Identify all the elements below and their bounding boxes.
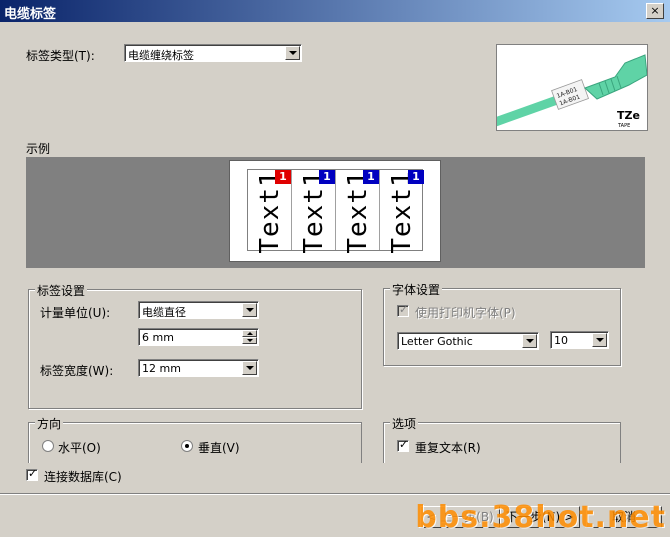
repeat-text-label: 重复文本(R)	[415, 441, 481, 455]
label-strip: Text1 1 Text1 1 Text1 1 Text1 1	[247, 169, 424, 254]
vertical-radio[interactable]	[181, 440, 193, 452]
label-settings-title: 标签设置	[35, 282, 88, 299]
font-value: Letter Gothic	[401, 335, 473, 348]
font-size-value: 10	[554, 334, 568, 347]
label-type-select[interactable]: 电缆缠绕标签	[124, 44, 302, 62]
label-type-label: 标签类型(T):	[26, 49, 95, 63]
repeat-text-checkbox[interactable]	[397, 438, 409, 452]
spin-up-icon[interactable]	[242, 330, 257, 337]
options-title: 选项	[390, 415, 419, 432]
separator	[0, 493, 670, 495]
tape-logo: TZe	[617, 109, 640, 122]
cell-badge: 1	[319, 170, 335, 184]
unit-label: 计量单位(U):	[40, 306, 111, 320]
tape-sub: TAPE	[617, 123, 630, 129]
connect-db-checkbox[interactable]	[26, 467, 38, 481]
unit-value: 电缆直径	[142, 306, 186, 319]
label-cell: Text1 1	[380, 170, 424, 254]
label-type-value: 电缆缠绕标签	[128, 49, 194, 62]
label-cell: Text1 1	[248, 170, 292, 254]
example-label: 示例	[26, 142, 51, 156]
width-select[interactable]: 12 mm	[138, 359, 259, 377]
spin-down-icon[interactable]	[242, 337, 257, 344]
label-card: Text1 1 Text1 1 Text1 1 Text1 1	[229, 160, 441, 262]
title-bar: 电缆标签 ×	[0, 0, 670, 22]
font-settings-title: 字体设置	[390, 281, 443, 298]
font-select[interactable]: Letter Gothic	[397, 332, 539, 350]
watermark: bbs.38hot.net	[415, 500, 666, 535]
chevron-down-icon[interactable]	[242, 361, 257, 375]
diameter-value: 6 mm	[142, 331, 174, 344]
chevron-down-icon[interactable]	[522, 334, 537, 348]
use-printer-font-label: 使用打印机字体(P)	[415, 306, 516, 320]
width-label: 标签宽度(W):	[40, 364, 114, 378]
cable-image: 1A-B01 1A-B01 TZe TAPE	[497, 45, 647, 130]
horizontal-label: 水平(O)	[58, 441, 101, 455]
cell-badge: 1	[275, 170, 291, 184]
vertical-label: 垂直(V)	[198, 441, 240, 455]
close-button[interactable]: ×	[646, 3, 664, 19]
cell-badge: 1	[363, 170, 379, 184]
chevron-down-icon[interactable]	[242, 303, 257, 317]
width-value: 12 mm	[142, 362, 181, 375]
example-preview: Text1 1 Text1 1 Text1 1 Text1 1	[26, 157, 645, 268]
direction-title: 方向	[35, 415, 64, 432]
chevron-down-icon[interactable]	[285, 46, 300, 60]
unit-select[interactable]: 电缆直径	[138, 301, 259, 319]
connect-db-label: 连接数据库(C)	[44, 470, 122, 484]
label-cell: Text1 1	[336, 170, 380, 254]
cable-label-thumbnail: 1A-B01 1A-B01 TZe TAPE	[496, 44, 648, 131]
label-cell: Text1 1	[292, 170, 336, 254]
horizontal-radio[interactable]	[42, 440, 54, 452]
window-title: 电缆标签	[4, 7, 57, 22]
font-size-select[interactable]: 10	[550, 331, 609, 349]
cell-badge: 1	[408, 170, 424, 184]
diameter-stepper[interactable]: 6 mm	[138, 328, 259, 346]
use-printer-font-checkbox[interactable]	[397, 303, 409, 317]
font-settings-group: 字体设置	[383, 281, 621, 366]
chevron-down-icon[interactable]	[592, 333, 607, 347]
